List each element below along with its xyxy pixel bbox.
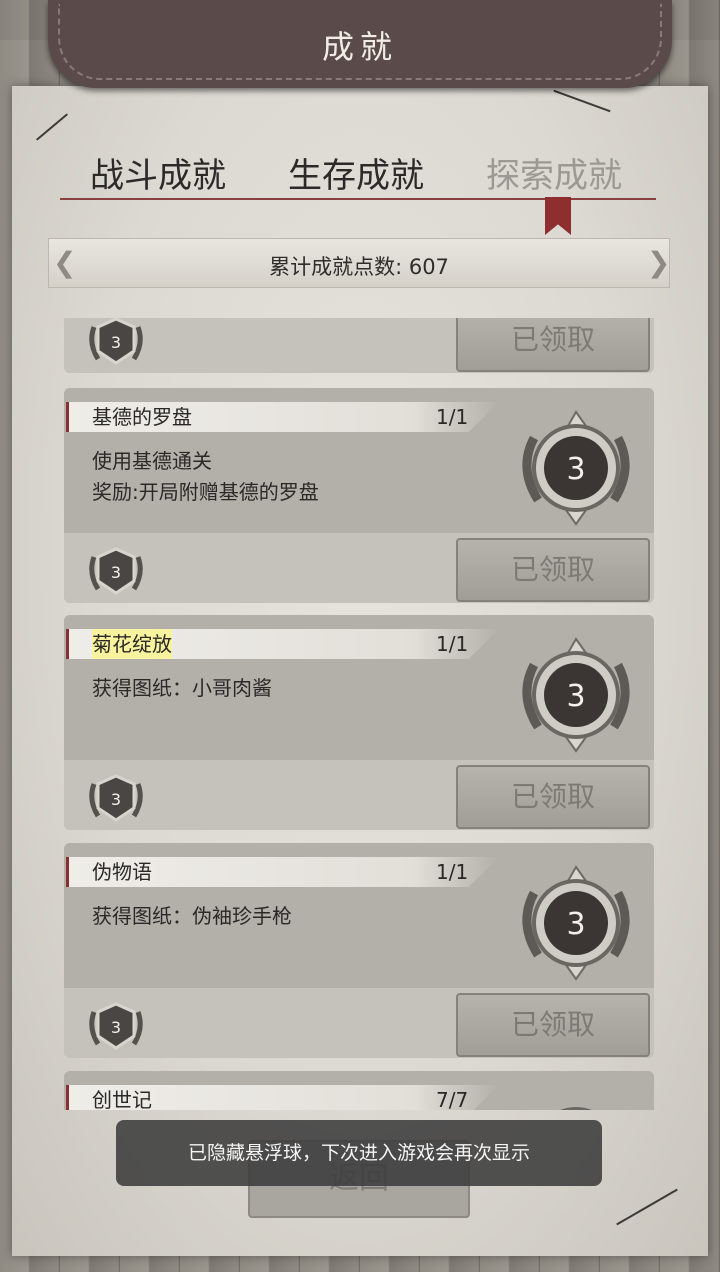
achievement-points: 累计成就点数: 607 bbox=[269, 255, 449, 279]
achievement-progress: 7/7 bbox=[436, 1088, 469, 1110]
svg-text:3: 3 bbox=[111, 1018, 121, 1037]
small-badge-icon: 3 bbox=[89, 318, 143, 365]
svg-text:3: 3 bbox=[111, 790, 121, 809]
achievement-name: 菊花绽放 bbox=[92, 629, 172, 659]
achievement-name: 基德的罗盘 bbox=[92, 405, 192, 429]
tab-survival[interactable]: 生存成就 bbox=[288, 148, 424, 197]
achievement-progress: 1/1 bbox=[436, 632, 469, 656]
achievement-points-bar: ❮ ❯ 累计成就点数: 607 bbox=[48, 238, 670, 288]
small-badge-icon: 3 bbox=[89, 774, 143, 822]
header-banner: 成就 bbox=[48, 0, 672, 88]
achievement-progress: 1/1 bbox=[436, 405, 469, 429]
claimed-button[interactable]: 已领取 bbox=[456, 765, 650, 829]
toast-message: 已隐藏悬浮球，下次进入游戏会再次显示 bbox=[116, 1120, 602, 1186]
svg-text:3: 3 bbox=[111, 563, 121, 582]
achievement-list[interactable]: 3 已领取 基德的罗盘 1/1 使用基德通关 奖励:开局附赠基德的罗盘 3 3 … bbox=[64, 318, 654, 1110]
svg-text:3: 3 bbox=[566, 452, 585, 487]
page-title: 成就 bbox=[321, 28, 398, 66]
achievement-description: 获得图纸：小哥肉酱 bbox=[92, 676, 272, 700]
small-badge-icon: 3 bbox=[89, 547, 143, 595]
claimed-button[interactable]: 已领取 bbox=[456, 538, 650, 602]
achievement-description: 获得图纸：伪袖珍手枪 bbox=[92, 904, 292, 928]
achievement-name: 伪物语 bbox=[92, 860, 152, 884]
svg-text:3: 3 bbox=[566, 907, 585, 942]
tab-combat[interactable]: 战斗成就 bbox=[90, 148, 226, 197]
tab-bar: 战斗成就 生存成就 探索成就 bbox=[60, 148, 660, 198]
tab-exploration[interactable]: 探索成就 bbox=[486, 148, 622, 197]
achievement-badge-icon: 3 bbox=[522, 865, 630, 981]
achievement-name: 创世记 bbox=[92, 1088, 152, 1110]
achievement-card: 3 已领取 bbox=[64, 318, 654, 373]
achievement-card: 创世记 7/7 bbox=[64, 1071, 654, 1110]
achievement-description: 使用基德通关 奖励:开局附赠基德的罗盘 bbox=[92, 449, 319, 504]
crack-decoration bbox=[36, 113, 68, 141]
achievement-badge-icon: 3 bbox=[522, 637, 630, 753]
achievement-card: 菊花绽放 1/1 获得图纸：小哥肉酱 3 3 已领取 bbox=[64, 615, 654, 830]
claimed-button[interactable]: 已领取 bbox=[456, 993, 650, 1057]
claimed-button[interactable]: 已领取 bbox=[456, 318, 650, 372]
svg-text:3: 3 bbox=[111, 333, 121, 352]
svg-text:3: 3 bbox=[566, 679, 585, 714]
small-badge-icon: 3 bbox=[89, 1002, 143, 1050]
crack-decoration bbox=[616, 1188, 678, 1226]
achievement-card: 基德的罗盘 1/1 使用基德通关 奖励:开局附赠基德的罗盘 3 3 已领取 bbox=[64, 388, 654, 603]
achievement-card: 伪物语 1/1 获得图纸：伪袖珍手枪 3 3 已领取 bbox=[64, 843, 654, 1058]
achievement-progress: 1/1 bbox=[436, 860, 469, 884]
achievement-badge-icon bbox=[560, 1107, 592, 1110]
achievement-badge-icon: 3 bbox=[522, 410, 630, 526]
crack-decoration bbox=[553, 89, 611, 113]
